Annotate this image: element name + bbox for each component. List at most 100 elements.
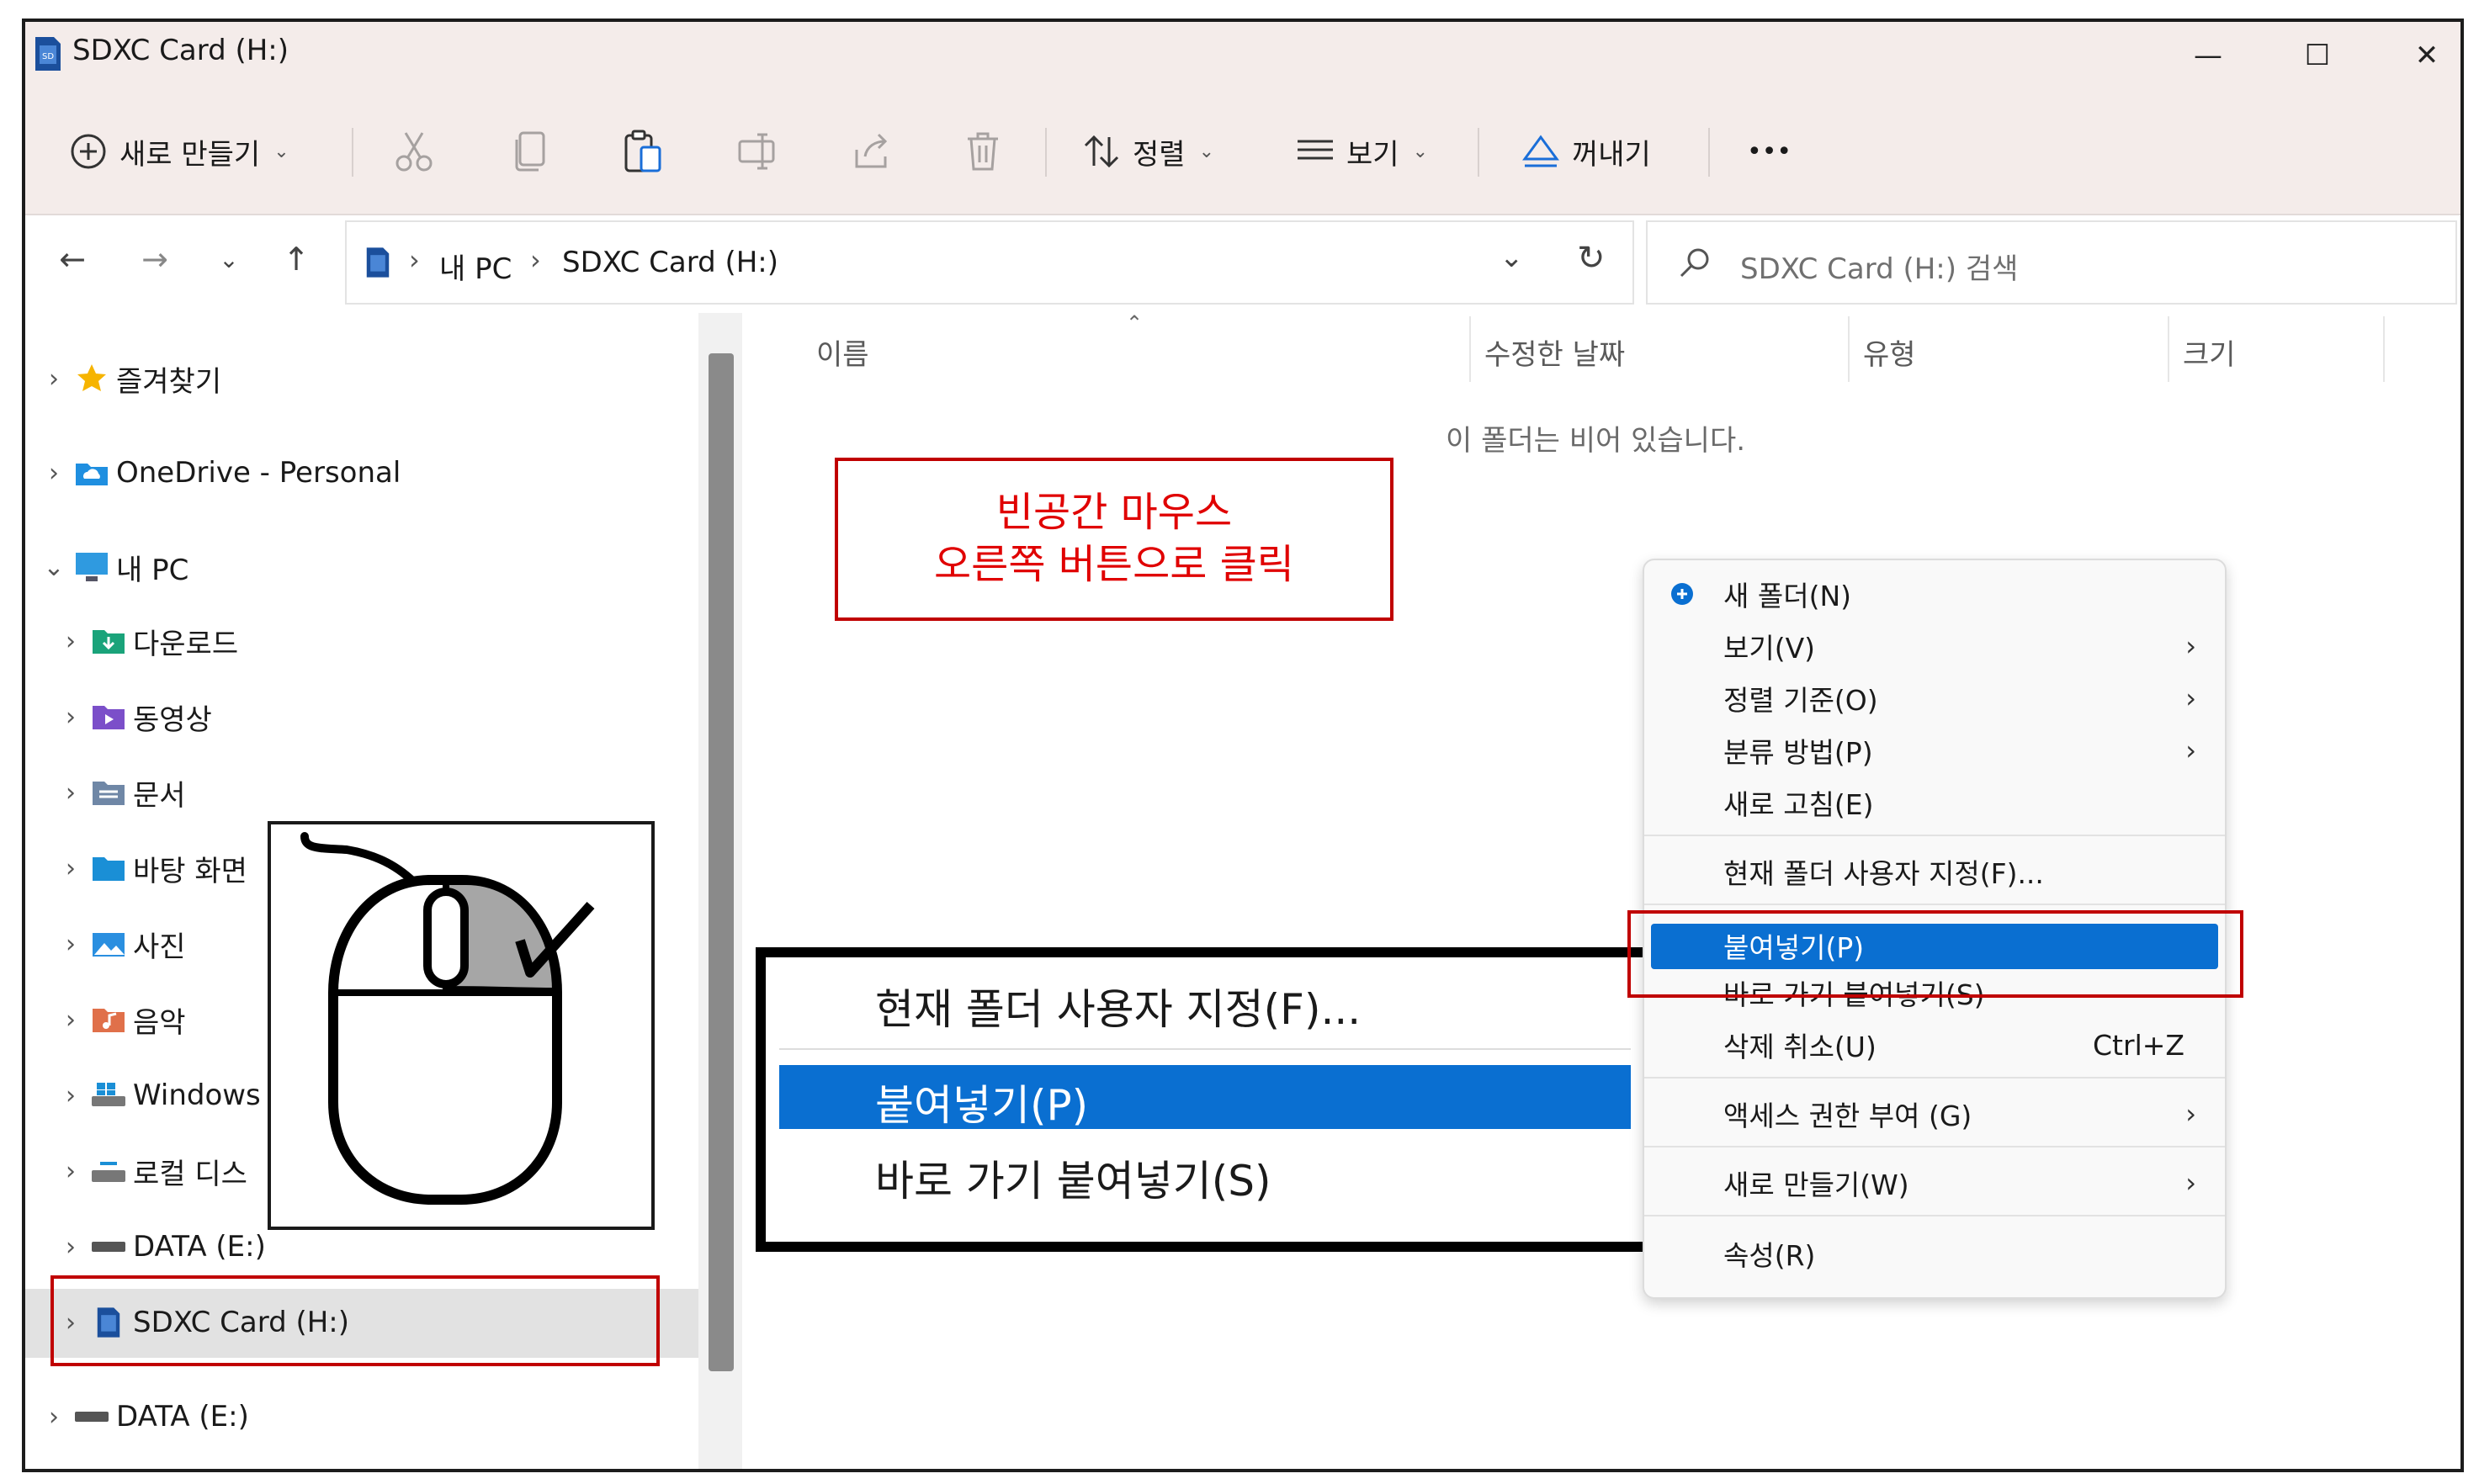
chevron-down-icon: ⌄	[1412, 140, 1428, 162]
nav-item-data-drive-2[interactable]: › DATA (E:)	[37, 1383, 249, 1450]
maximize-button[interactable]: ☐	[2267, 22, 2368, 89]
expand-chevron-icon[interactable]: ›	[54, 1005, 88, 1035]
recent-locations-button[interactable]: ⌄	[202, 232, 256, 286]
breadcrumb-this-pc[interactable]: 내 PC	[439, 246, 512, 287]
plus-circle-icon	[71, 134, 106, 169]
new-label: 새로 만들기	[119, 137, 261, 172]
window-title: SDXC Card (H:)	[72, 34, 289, 67]
sort-icon	[1084, 135, 1119, 168]
menu-item-give-access[interactable]: 액세스 권한 부여 (G) ›	[1644, 1089, 2225, 1139]
address-dropdown-icon[interactable]: ⌄	[1500, 241, 1524, 274]
expand-chevron-icon[interactable]: ›	[37, 458, 71, 488]
copy-icon	[515, 131, 545, 172]
close-button[interactable]: ✕	[2376, 22, 2460, 89]
nav-item-favorites[interactable]: › 즐겨찾기	[37, 345, 221, 412]
expand-chevron-icon[interactable]: ›	[54, 702, 88, 732]
search-icon	[1680, 248, 1709, 278]
minimize-button[interactable]: —	[2158, 22, 2259, 89]
menu-item-refresh[interactable]: 새로 고침(E)	[1644, 777, 2225, 828]
delete-icon	[968, 132, 998, 171]
column-header-type[interactable]: 유형	[1863, 331, 1916, 373]
expand-chevron-icon[interactable]: ›	[54, 930, 88, 959]
expand-chevron-icon[interactable]: ›	[54, 627, 88, 656]
menu-label: 속성(R)	[1723, 1239, 1816, 1272]
menu-item-new-folder[interactable]: 새 폴더(N)	[1644, 569, 2225, 619]
breadcrumb-chevron-icon: ›	[409, 244, 420, 276]
nav-label: DATA (E:)	[133, 1230, 266, 1264]
zoom-paste: 붙여넣기(P)	[875, 1081, 1089, 1130]
menu-item-customize-folder[interactable]: 현재 폴더 사용자 지정(F)...	[1644, 846, 2225, 897]
windows-drive-icon	[88, 1081, 130, 1110]
breadcrumb-sd-card[interactable]: SDXC Card (H:)	[562, 246, 778, 279]
menu-label: 정렬 기준(O)	[1723, 684, 1878, 717]
expand-chevron-icon[interactable]: ›	[54, 1157, 88, 1186]
file-explorer-window: SD SDXC Card (H:) — ☐ ✕ 새로 만들기 ⌄ 정렬 ⌄ 보기…	[22, 19, 2464, 1472]
nav-item-videos[interactable]: › 동영상	[54, 683, 212, 750]
local-disk-icon	[88, 1157, 130, 1185]
view-button[interactable]: 보기 ⌄	[1296, 123, 1428, 180]
nav-item-music[interactable]: › 음악	[54, 986, 186, 1053]
nav-item-documents[interactable]: › 문서	[54, 759, 186, 826]
new-button[interactable]: 새로 만들기 ⌄	[69, 123, 289, 180]
address-bar[interactable]: › 내 PC › SDXC Card (H:) ⌄ ↻	[345, 220, 1634, 305]
annotation-line-2: 오른쪽 버튼으로 클릭	[934, 541, 1294, 588]
expand-chevron-icon[interactable]: ›	[54, 1232, 88, 1262]
column-header-name[interactable]: 이름	[816, 331, 869, 373]
share-button[interactable]	[852, 123, 904, 180]
eject-label: 꺼내기	[1572, 137, 1651, 172]
menu-label: 새 폴더(N)	[1723, 580, 1852, 612]
forward-button[interactable]: →	[128, 232, 182, 286]
chevron-right-icon: ›	[2185, 1098, 2196, 1130]
more-button[interactable]: •••	[1747, 123, 1792, 180]
nav-item-data-drive[interactable]: › DATA (E:)	[54, 1213, 266, 1280]
chevron-down-icon: ⌄	[1198, 140, 1214, 162]
delete-button[interactable]	[964, 123, 1013, 180]
column-header-date[interactable]: 수정한 날짜	[1484, 331, 1625, 373]
expand-chevron-icon[interactable]: ›	[37, 364, 71, 394]
monitor-icon	[71, 551, 113, 583]
eject-button[interactable]: 꺼내기	[1521, 123, 1651, 180]
eject-icon	[1522, 135, 1559, 167]
cut-button[interactable]	[394, 123, 446, 180]
expand-chevron-icon[interactable]: ›	[54, 854, 88, 883]
nav-item-onedrive[interactable]: › OneDrive - Personal	[37, 439, 401, 506]
menu-item-undo-delete[interactable]: 삭제 취소(U) Ctrl+Z	[1644, 1020, 2225, 1070]
menu-item-sort-by[interactable]: 정렬 기준(O) ›	[1644, 673, 2225, 723]
back-button[interactable]: ←	[45, 232, 99, 286]
nav-item-desktop[interactable]: › 바탕 화면	[54, 835, 247, 902]
nav-item-local-disk[interactable]: › 로컬 디스	[54, 1137, 247, 1205]
nav-label: 즐겨찾기	[116, 364, 222, 399]
nav-item-pictures[interactable]: › 사진	[54, 910, 186, 978]
sdxc-highlight-box	[50, 1275, 660, 1366]
copy-button[interactable]	[512, 123, 560, 180]
new-folder-icon	[1669, 580, 1695, 613]
column-header-size[interactable]: 크기	[2183, 331, 2236, 373]
expand-chevron-icon[interactable]: ›	[54, 778, 88, 808]
sort-label: 정렬	[1133, 137, 1186, 172]
refresh-icon[interactable]: ↻	[1577, 239, 1606, 278]
paste-button[interactable]	[623, 123, 675, 180]
expand-chevron-icon[interactable]: ›	[37, 1402, 71, 1432]
menu-label: 새로 고침(E)	[1723, 788, 1874, 821]
menu-item-properties[interactable]: 속성(R)	[1644, 1228, 2225, 1279]
nav-label: 바탕 화면	[133, 854, 247, 888]
expand-chevron-icon[interactable]: ›	[54, 1081, 88, 1110]
breadcrumb-chevron-icon: ›	[530, 244, 541, 276]
cut-icon	[395, 132, 433, 172]
menu-item-view[interactable]: 보기(V) ›	[1644, 621, 2225, 671]
nav-item-windows-drive[interactable]: › Windows	[54, 1062, 261, 1129]
rename-button[interactable]	[737, 123, 791, 180]
collapse-chevron-icon[interactable]: ⌄	[37, 553, 71, 582]
search-box[interactable]: SDXC Card (H:) 검색	[1646, 220, 2457, 305]
nav-label: OneDrive - Personal	[116, 456, 401, 490]
zoom-callout: 현재 폴더 사용자 지정(F)... 붙여넣기(P) 바로 가기 붙여넣기(S)	[756, 947, 1671, 1252]
chevron-right-icon: ›	[2185, 734, 2196, 766]
menu-item-group-by[interactable]: 분류 방법(P) ›	[1644, 725, 2225, 776]
menu-item-new[interactable]: 새로 만들기(W) ›	[1644, 1158, 2225, 1208]
nav-label: 사진	[133, 930, 186, 964]
nav-item-downloads[interactable]: › 다운로드	[54, 607, 238, 675]
up-button[interactable]: ↑	[269, 232, 323, 286]
nav-scrollbar-thumb[interactable]	[709, 353, 734, 1371]
sort-button[interactable]: 정렬 ⌄	[1082, 123, 1214, 180]
nav-item-this-pc[interactable]: ⌄ 내 PC	[37, 533, 188, 601]
